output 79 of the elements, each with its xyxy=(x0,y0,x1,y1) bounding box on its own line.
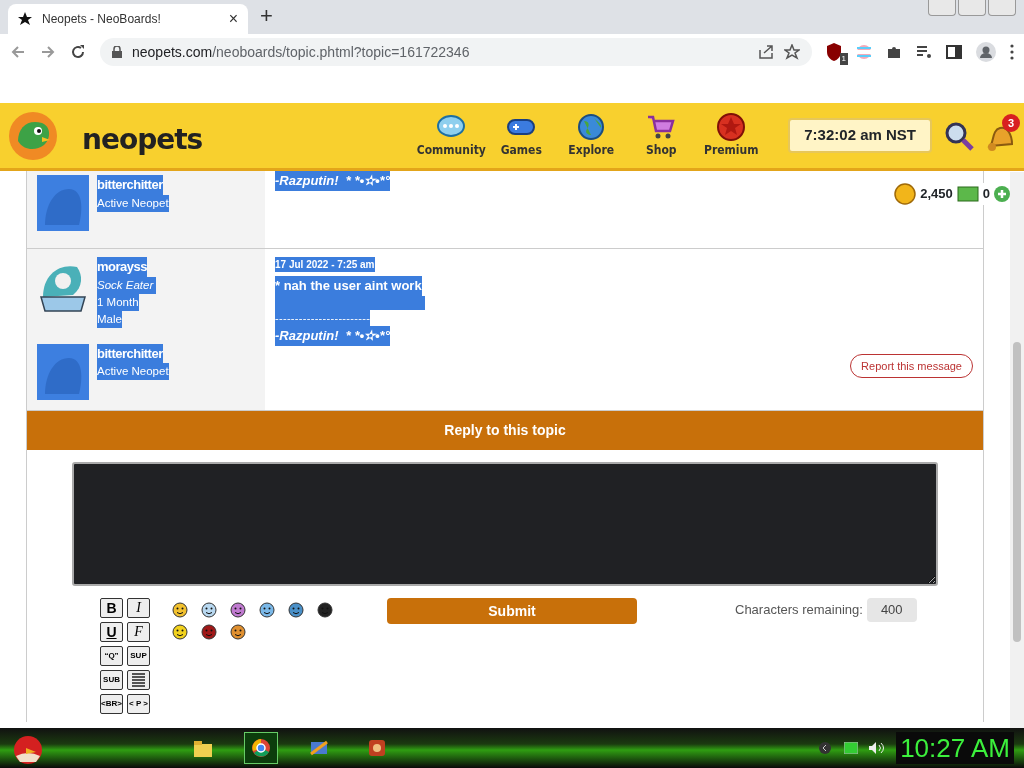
playlist-icon[interactable] xyxy=(916,44,932,60)
tab-title: Neopets - NeoBoards! xyxy=(42,11,162,28)
format-button[interactable]: U xyxy=(100,622,123,642)
nav-link[interactable]: Games xyxy=(486,112,557,159)
profile-icon[interactable] xyxy=(976,42,996,62)
format-button[interactable]: SUB xyxy=(100,670,123,690)
star-icon xyxy=(18,12,32,26)
add-icon[interactable] xyxy=(994,186,1010,202)
format-button[interactable]: I xyxy=(127,598,150,618)
justify-icon xyxy=(131,673,146,687)
share-icon[interactable] xyxy=(758,44,774,60)
browser-icon xyxy=(249,736,273,760)
post-date: 17 Jul 2022 - 7:25 am xyxy=(275,257,375,272)
nav-link[interactable]: Shop xyxy=(626,112,697,159)
format-button[interactable]: < P > xyxy=(127,694,150,714)
reload-icon[interactable] xyxy=(70,44,86,60)
smiley-icon[interactable] xyxy=(259,602,275,618)
format-button[interactable]: “Q” xyxy=(100,646,123,666)
browser-tab[interactable]: Neopets - NeoBoards! × xyxy=(8,4,248,34)
scrollbar[interactable] xyxy=(1010,172,1024,728)
smiley-icon[interactable] xyxy=(317,602,333,618)
smiley-icon[interactable] xyxy=(288,602,304,618)
shield-icon[interactable] xyxy=(826,43,842,61)
pet-avatar xyxy=(37,343,89,400)
smiley-icon[interactable] xyxy=(230,602,246,618)
clock-display: 7:32:02 am NST xyxy=(788,118,932,153)
pet-name[interactable]: bitterchitter xyxy=(97,343,163,363)
reply-textarea[interactable] xyxy=(72,462,938,586)
neocash-icon xyxy=(956,185,979,203)
menu-icon[interactable] xyxy=(1010,44,1014,60)
signature: -Razputin! * *•✫•*° xyxy=(275,171,390,191)
smiley-icon[interactable] xyxy=(201,602,217,618)
format-button[interactable]: <BR> xyxy=(100,694,123,714)
user-title: Sock Eater xyxy=(97,276,157,294)
monitor-icon[interactable] xyxy=(844,742,859,754)
notification-badge: 3 xyxy=(1002,113,1020,132)
nav-link[interactable]: Community xyxy=(416,112,487,159)
forward-icon[interactable] xyxy=(40,44,56,60)
speaker-icon[interactable] xyxy=(868,741,885,755)
neopoints-amount: 2,450 xyxy=(920,185,953,204)
mascot-icon xyxy=(8,110,58,161)
reply-header: Reply to this topic xyxy=(27,411,983,450)
taskbar-clock: 10:27 AM xyxy=(896,732,1014,764)
smiley-icon[interactable] xyxy=(201,624,217,640)
new-tab-button[interactable]: + xyxy=(260,0,273,32)
star-outline-icon[interactable] xyxy=(784,44,800,60)
signature: -Razputin! * *•✫•*° xyxy=(275,326,390,346)
close-tab-button[interactable]: × xyxy=(228,7,238,31)
report-button[interactable]: Report this message xyxy=(850,353,973,378)
pet-name[interactable]: bitterchitter xyxy=(97,175,163,195)
taskbar-app[interactable] xyxy=(244,732,278,764)
justify-button[interactable] xyxy=(127,670,150,690)
format-button[interactable]: SUP xyxy=(127,646,150,666)
format-button[interactable]: F xyxy=(127,622,150,642)
lock-icon xyxy=(112,46,122,58)
smiley-icon[interactable] xyxy=(230,624,246,640)
pet-status: Active Neopet xyxy=(97,363,169,380)
format-button[interactable]: B xyxy=(100,598,123,618)
nav-link[interactable]: Premium xyxy=(696,112,767,159)
post-message: * nah the user aint work xyxy=(275,276,422,296)
search-icon[interactable] xyxy=(944,120,974,151)
nav-link[interactable]: Explore xyxy=(556,112,627,159)
address-bar[interactable]: neopets.com/neoboards/topic.phtml?topic=161722346 xyxy=(100,38,812,66)
neocash-amount: 0 xyxy=(982,185,990,204)
username[interactable]: morayss xyxy=(97,257,147,277)
characters-label: Characters remaining: xyxy=(735,601,863,619)
pet-avatar xyxy=(37,175,89,231)
chevron-icon[interactable] xyxy=(818,741,833,755)
smiley-icon[interactable] xyxy=(172,602,188,618)
extension-badge: 1 xyxy=(839,53,848,65)
characters-count: 400 xyxy=(866,598,917,622)
submit-button[interactable]: Submit xyxy=(387,598,637,624)
globe-icon xyxy=(576,112,607,141)
neopoints-coin-icon xyxy=(894,183,917,205)
back-icon[interactable] xyxy=(10,44,26,60)
side-panel-icon[interactable] xyxy=(946,44,962,60)
neopets-logo[interactable]: neopets xyxy=(82,118,203,161)
smiley-icon[interactable] xyxy=(172,624,188,640)
url-text: neopets.com/neoboards/topic.phtml?topic=161722346 xyxy=(132,42,471,62)
